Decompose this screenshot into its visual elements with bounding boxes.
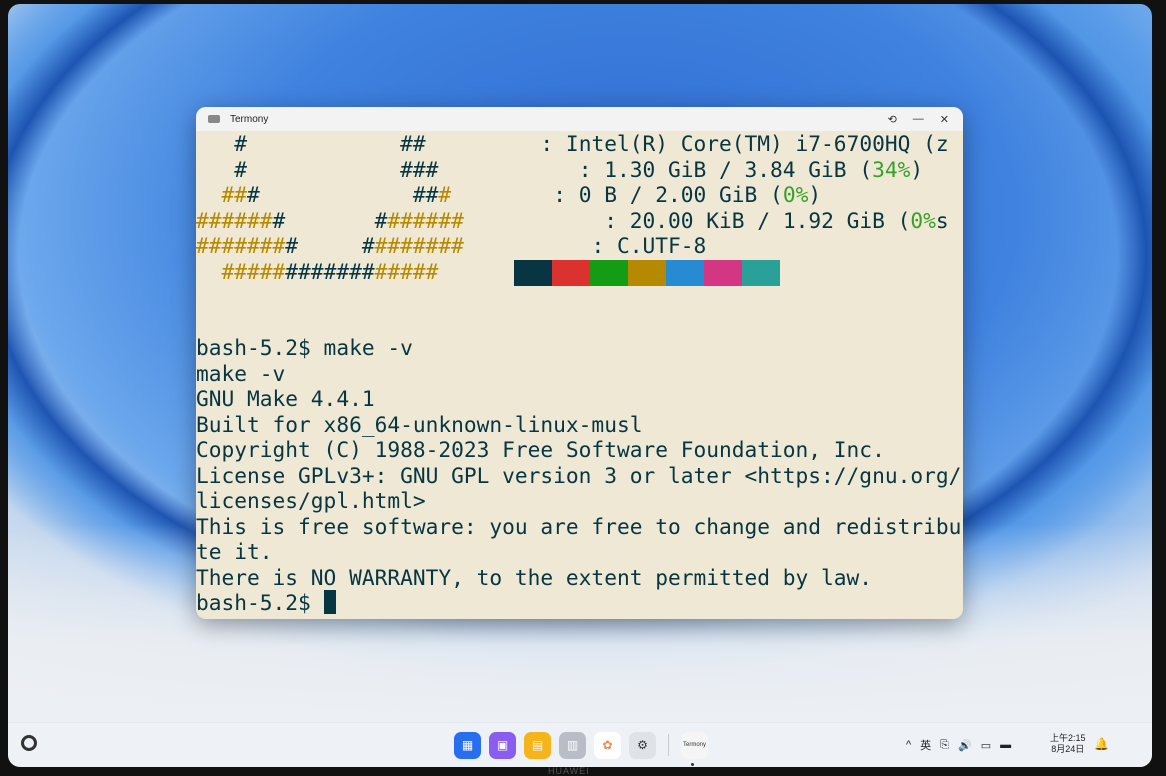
- terminal-line: licenses/gpl.html>: [196, 488, 426, 513]
- palette-swatch: [514, 260, 552, 286]
- brand-logo: HUAWEI: [548, 766, 590, 776]
- display-icon[interactable]: ▭: [981, 739, 991, 752]
- terminal-line: make -v: [196, 360, 286, 386]
- input-method-icon[interactable]: 英: [920, 737, 931, 753]
- ascii-logo-line: #################: [221, 258, 439, 284]
- terminal-line: Built for x86_64-unknown-linux-musl: [196, 411, 643, 437]
- volume-icon[interactable]: 🔊: [958, 739, 972, 752]
- battery-icon[interactable]: ▬: [1000, 739, 1011, 751]
- clipboard-icon[interactable]: ⎘: [940, 739, 949, 752]
- palette-swatch: [590, 260, 628, 286]
- palette-swatch: [628, 260, 666, 286]
- notification-bell-icon[interactable]: 🔔: [1094, 737, 1109, 751]
- clock[interactable]: 上午2:15 8月24日: [1050, 733, 1086, 755]
- running-indicator: [691, 763, 694, 766]
- terminal-line: License GPLv3+: GNU GPL version 3 or lat…: [196, 462, 962, 488]
- window-title: Termony: [230, 113, 269, 125]
- home-button[interactable]: [21, 735, 37, 751]
- palette-swatch: [704, 260, 742, 286]
- terminal-window[interactable]: Termony ⟲ — ✕ # ## : Intel(R) Core(TM) i…: [196, 107, 963, 619]
- chevron-up-icon[interactable]: ^: [906, 739, 911, 751]
- clock-time: 上午2:15: [1050, 733, 1086, 743]
- clock-date: 8月24日: [1051, 744, 1085, 754]
- app-grid-icon[interactable]: ▦: [454, 731, 481, 759]
- neofetch-line: ####### ####### : 20.00 KiB / 1.92 GiB (…: [196, 207, 949, 233]
- close-icon[interactable]: ✕: [940, 113, 949, 126]
- terminal-line: There is NO WARRANTY, to the extent perm…: [196, 564, 873, 590]
- trash-icon[interactable]: ▥: [559, 731, 586, 759]
- window-controls: ⟲ — ✕: [888, 107, 949, 131]
- multitask-icon[interactable]: ▣: [489, 731, 516, 759]
- dock-separator: [668, 734, 669, 756]
- restore-icon[interactable]: ⟲: [888, 113, 897, 126]
- color-palette: [514, 260, 780, 286]
- files-icon[interactable]: ▤: [524, 731, 551, 759]
- neofetch-line: # ### : 1.30 GiB / 3.84 GiB (34%): [196, 156, 924, 182]
- system-tray: ^ 英 ⎘ 🔊 ▭ ▬: [906, 737, 1011, 753]
- termony-icon[interactable]: Termony: [681, 731, 708, 759]
- neofetch-line: ######## ######## : C.UTF-8: [196, 233, 707, 258]
- palette-swatch: [552, 260, 590, 286]
- neofetch-line: # ## : Intel(R) Core(TM) i7-6700HQ (z: [196, 131, 949, 156]
- terminal-output[interactable]: # ## : Intel(R) Core(TM) i7-6700HQ (z # …: [196, 131, 963, 619]
- palette-swatch: [666, 260, 704, 286]
- prompt: bash-5.2$: [196, 590, 324, 615]
- gallery-icon[interactable]: ✿: [594, 731, 621, 759]
- taskbar: ▦ ▣ ▤ ▥ ✿ ⚙ Termony ^ 英 ⎘ 🔊 ▭ ▬ 上午2:15 8…: [8, 722, 1152, 767]
- title-bar[interactable]: Termony ⟲ — ✕: [196, 107, 963, 131]
- terminal-line: bash-5.2$ make -v: [196, 335, 413, 360]
- minimize-icon[interactable]: —: [913, 113, 924, 125]
- terminal-line: GNU Make 4.4.1: [196, 386, 375, 411]
- settings-icon[interactable]: ⚙: [629, 731, 656, 759]
- dock: ▦ ▣ ▤ ▥ ✿ ⚙ Termony: [454, 731, 708, 759]
- palette-swatch: [742, 260, 780, 286]
- text-cursor[interactable]: [323, 590, 336, 614]
- neofetch-line: ### ### : 0 B / 2.00 GiB (0%): [221, 182, 822, 207]
- terminal-line: This is free software: you are free to c…: [196, 513, 962, 539]
- terminal-line: te it.: [196, 539, 273, 564]
- terminal-line: Copyright (C) 1988-2023 Free Software Fo…: [196, 437, 885, 462]
- termony-app-icon: [208, 115, 220, 123]
